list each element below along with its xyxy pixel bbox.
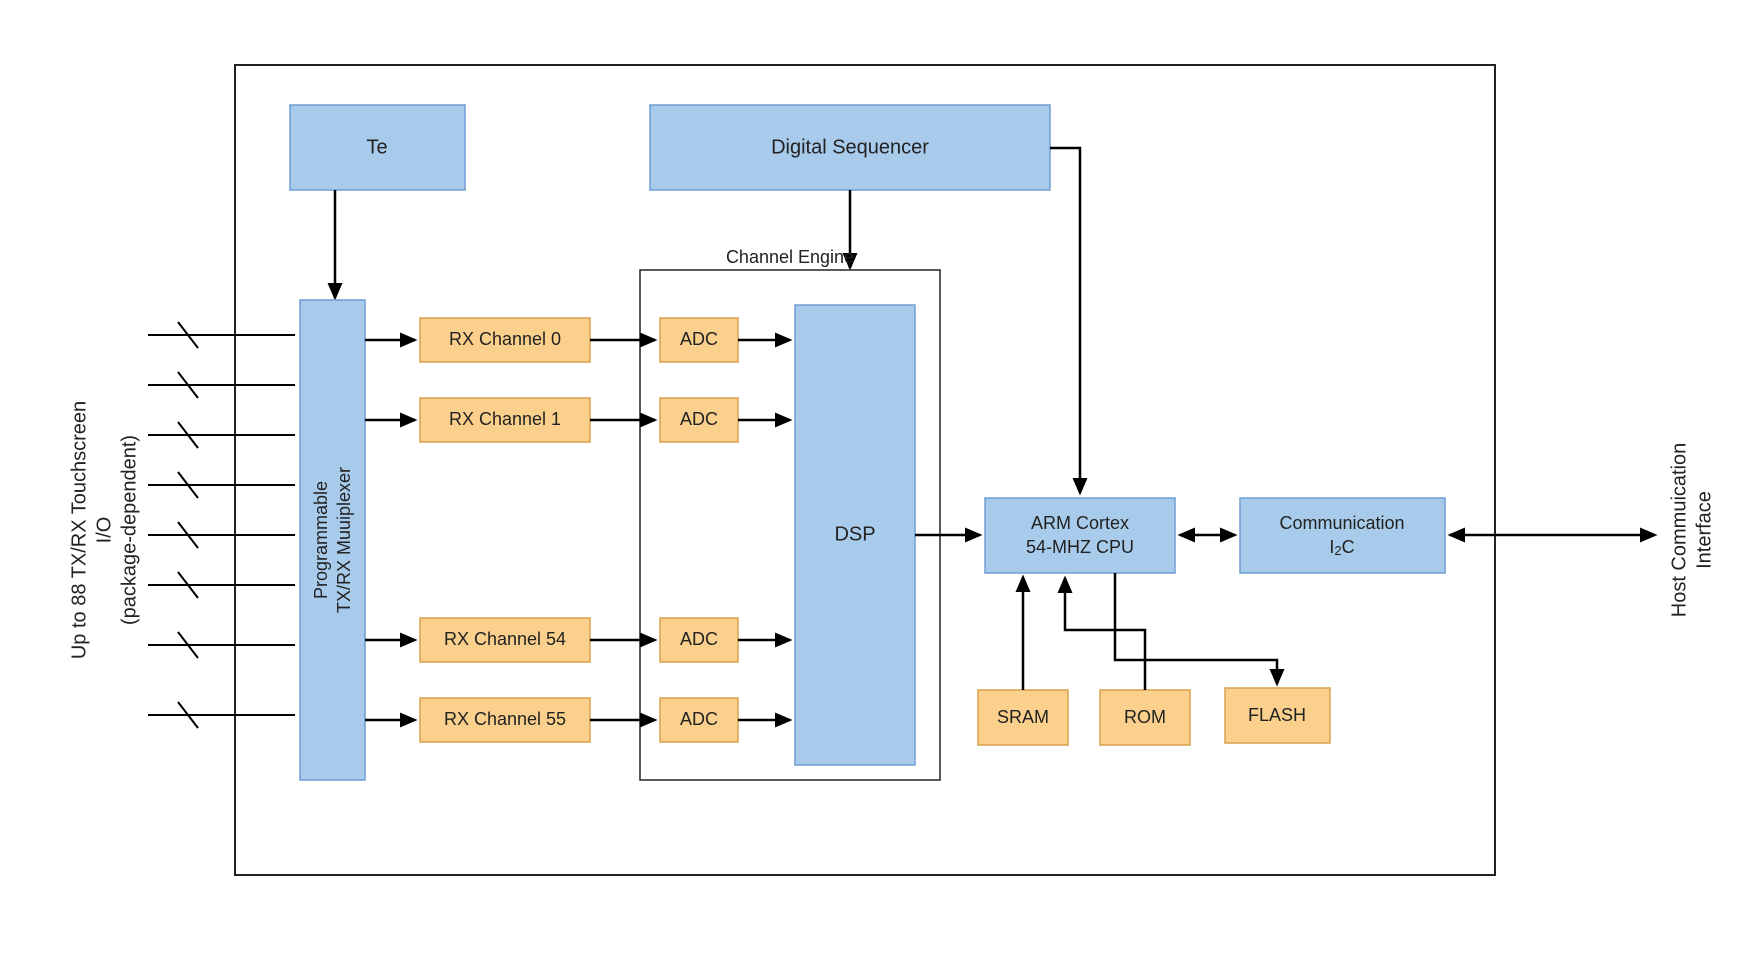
- rx-row-0: RX Channel 0 ADC: [365, 318, 790, 362]
- digital-sequencer-label: Digital Sequencer: [771, 136, 929, 158]
- svg-text:Interface: Interface: [1693, 491, 1715, 569]
- mux-label-1: Programmable: [311, 481, 331, 599]
- sram-label: SRAM: [997, 707, 1049, 727]
- svg-text:Host Commuication: Host Commuication: [1668, 443, 1690, 618]
- te-label: Te: [366, 136, 387, 158]
- comm-block: [1240, 498, 1445, 573]
- dsp-label: DSP: [834, 523, 875, 545]
- svg-text:ADC: ADC: [680, 629, 718, 649]
- io-label: Up to 88 TX/RX Touchscreen I/O (package-…: [68, 401, 140, 659]
- arrow-ds-to-arm: [1050, 148, 1080, 493]
- comm-label-2: I2C: [1329, 537, 1354, 559]
- svg-text:ADC: ADC: [680, 409, 718, 429]
- channel-engine-label: Channel Engine: [726, 247, 854, 267]
- arrow-rom-arm: [1065, 578, 1145, 690]
- svg-text:ADC: ADC: [680, 329, 718, 349]
- arm-label-2: 54-MHZ CPU: [1026, 537, 1134, 557]
- rx-row-1: RX Channel 1 ADC: [365, 398, 790, 442]
- svg-text:I/O: I/O: [93, 517, 115, 544]
- mux-label-2: TX/RX Muuiplexer: [334, 467, 354, 613]
- rx-row-3: RX Channel 55 ADC: [365, 698, 790, 742]
- svg-text:RX Channel 55: RX Channel 55: [444, 709, 566, 729]
- svg-text:RX Channel 0: RX Channel 0: [449, 329, 561, 349]
- arrow-arm-flash: [1115, 573, 1277, 684]
- svg-text:(package-dependent): (package-dependent): [118, 435, 140, 625]
- input-lines: [148, 322, 295, 728]
- rx-row-2: RX Channel 54 ADC: [365, 618, 790, 662]
- flash-label: FLASH: [1248, 705, 1306, 725]
- comm-label-1: Communication: [1279, 513, 1404, 533]
- host-label: Host Commuication Interface: [1668, 443, 1715, 618]
- svg-text:RX Channel 54: RX Channel 54: [444, 629, 566, 649]
- block-diagram: Up to 88 TX/RX Touchscreen I/O (package-…: [0, 0, 1756, 953]
- svg-text:RX Channel 1: RX Channel 1: [449, 409, 561, 429]
- mux-block: [300, 300, 365, 780]
- svg-text:ADC: ADC: [680, 709, 718, 729]
- rom-label: ROM: [1124, 707, 1166, 727]
- arm-label-1: ARM Cortex: [1031, 513, 1129, 533]
- svg-text:Up to 88 TX/RX Touchscreen: Up to 88 TX/RX Touchscreen: [68, 401, 90, 659]
- arm-block: [985, 498, 1175, 573]
